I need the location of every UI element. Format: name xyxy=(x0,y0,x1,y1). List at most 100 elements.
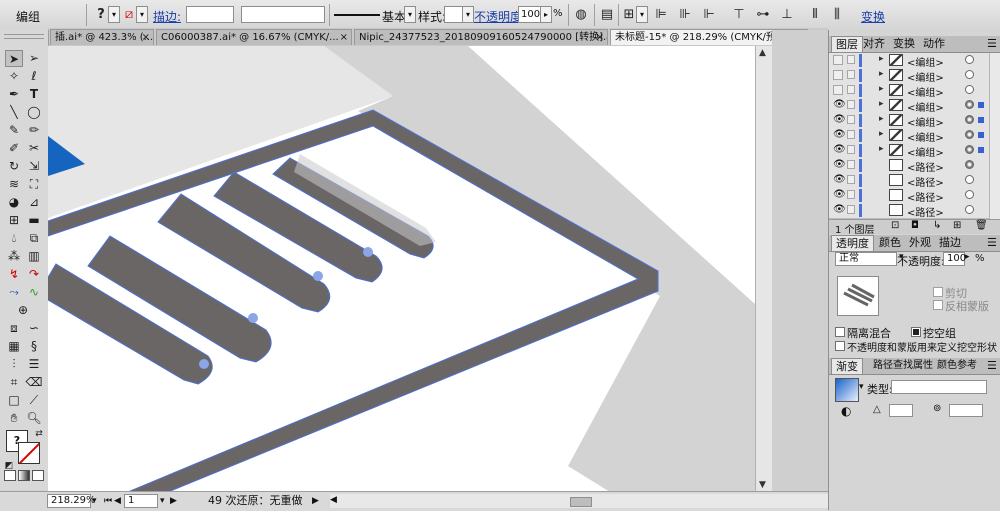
distribute-center-icon[interactable]: ⫼ xyxy=(828,6,846,23)
layer-row[interactable]: 👁︎ ▸ <编组> xyxy=(829,128,989,144)
layer-row[interactable]: 👁︎ ▸ <编组> xyxy=(829,98,989,114)
symbol-sprayer-icon[interactable]: ⁂ xyxy=(5,248,23,265)
next-page-icon[interactable]: ▶ xyxy=(170,494,177,508)
expand-arrow-icon[interactable]: ▸ xyxy=(879,69,884,79)
transform-link[interactable]: 变换 xyxy=(861,8,885,25)
zoom-field[interactable]: 218.29% xyxy=(47,494,96,508)
isolate-blending-checkbox[interactable] xyxy=(835,327,845,337)
lock-toggle[interactable] xyxy=(847,70,855,79)
blend-mode-select[interactable]: 正常 xyxy=(835,252,897,266)
tab-stroke[interactable]: 描边 xyxy=(935,235,965,251)
target-circle-icon[interactable] xyxy=(965,130,974,139)
artboard-tool-icon[interactable]: ⧈ xyxy=(5,320,23,337)
magic-wand-icon[interactable]: ✧ xyxy=(5,68,23,85)
distribute-icon[interactable]: ⫴ xyxy=(806,6,824,23)
gradient-mode-button[interactable] xyxy=(18,470,30,481)
direct-selection-tool-icon[interactable]: ➢ xyxy=(25,50,43,67)
color-mode-button[interactable] xyxy=(4,470,16,481)
target-circle-icon[interactable] xyxy=(965,160,974,169)
stroke-weight-field[interactable] xyxy=(186,6,234,23)
target-circle-icon[interactable] xyxy=(965,70,974,79)
stroke-style-dropdown[interactable]: ▾ xyxy=(404,6,416,23)
target-circle-icon[interactable] xyxy=(965,190,974,199)
vertical-scrollbar[interactable]: ▲ ▼ xyxy=(755,46,773,492)
puppet-warp-icon[interactable]: § xyxy=(25,338,43,355)
knockout-group-checkbox[interactable] xyxy=(911,327,921,337)
reshape-tool-icon[interactable]: ∿ xyxy=(25,284,43,301)
envelope-icon[interactable]: ∽ xyxy=(25,320,43,337)
visibility-eye-icon[interactable] xyxy=(833,70,843,80)
prev-page-icon[interactable]: ◀ xyxy=(114,494,121,508)
layer-row[interactable]: ▸ <编组> xyxy=(829,83,989,99)
close-icon[interactable]: × xyxy=(142,30,150,45)
target-circle-icon[interactable] xyxy=(965,85,974,94)
reference-point-dropdown[interactable]: ▾ xyxy=(636,6,648,23)
tab-transform[interactable]: 变换 xyxy=(889,36,919,52)
curvature-tool-icon[interactable]: ↷ xyxy=(25,266,43,283)
page-field[interactable]: 1 xyxy=(124,494,158,508)
warp-tool-icon[interactable]: ≋ xyxy=(5,176,23,193)
lock-toggle[interactable] xyxy=(847,115,855,124)
tab-transparency[interactable]: 透明度 xyxy=(831,235,874,251)
selection-indicator[interactable] xyxy=(978,147,984,153)
graph-tool-icon[interactable]: ▥ xyxy=(25,248,43,265)
lock-toggle[interactable] xyxy=(847,175,855,184)
target-circle-icon[interactable] xyxy=(965,205,974,214)
panel-menu-icon[interactable]: ☰ xyxy=(983,358,1000,374)
gradient-type-select[interactable] xyxy=(891,380,987,394)
stroke-link[interactable]: 描边: xyxy=(153,8,181,25)
selection-indicator[interactable] xyxy=(978,132,984,138)
align-horizontal-center-icon[interactable]: ⊪ xyxy=(676,6,694,23)
new-layer-icon[interactable]: ⊞ xyxy=(953,220,961,231)
scale-tool-icon[interactable]: ⇲ xyxy=(25,158,43,175)
opacity-dropdown[interactable]: ▸ xyxy=(540,6,552,23)
tab-color-guide[interactable]: 颜色参考 xyxy=(933,358,981,374)
artboard-canvas[interactable] xyxy=(48,46,755,492)
line-tool-icon[interactable]: ╲ xyxy=(5,104,23,121)
layer-row[interactable]: 👁︎ ▸ <编组> xyxy=(829,143,989,159)
list-tool-icon[interactable]: ☰ xyxy=(25,356,43,373)
lock-toggle[interactable] xyxy=(847,145,855,154)
target-tool-icon[interactable]: ⊕ xyxy=(14,302,32,319)
type-tool-icon[interactable]: T xyxy=(25,86,43,103)
swap-colors-icon[interactable]: ⇄ xyxy=(30,426,48,443)
clipping-mask-icon[interactable]: ◘ xyxy=(911,220,919,231)
stroke-color-dropdown[interactable]: ▾ xyxy=(136,6,148,23)
horizontal-scroll-thumb[interactable] xyxy=(570,497,592,507)
variable-width-field[interactable] xyxy=(241,6,325,23)
selection-indicator[interactable] xyxy=(978,102,984,108)
visibility-eye-icon[interactable]: 👁︎ xyxy=(833,190,846,200)
ellipse-tool-icon[interactable]: ◯ xyxy=(25,104,43,121)
shape-builder-icon[interactable]: ◕ xyxy=(5,194,23,211)
tab-document-3[interactable]: Nipic_24377523_20180909160524790000 [转换]… xyxy=(354,29,608,45)
lock-toggle[interactable] xyxy=(847,160,855,169)
tab-actions[interactable]: 动作 xyxy=(919,36,949,52)
stroke-swatch[interactable] xyxy=(18,442,40,464)
new-sublayer-icon[interactable]: ↳ xyxy=(933,220,941,231)
visibility-eye-icon[interactable]: 👁︎ xyxy=(833,100,846,110)
eyedropper-icon[interactable]: 💧︎ xyxy=(5,230,23,247)
visibility-eye-icon[interactable] xyxy=(833,55,843,65)
close-icon[interactable]: × xyxy=(596,30,604,45)
lock-toggle[interactable] xyxy=(847,190,855,199)
visibility-eye-icon[interactable]: 👁︎ xyxy=(833,145,846,155)
layer-row[interactable]: 👁︎ <路径> xyxy=(829,158,989,174)
mesh-tool-icon[interactable]: ⊞ xyxy=(5,212,23,229)
scroll-down-icon[interactable]: ▼ xyxy=(759,480,766,490)
hand-tool-icon[interactable]: ✋︎ xyxy=(5,410,23,427)
rotate-tool-icon[interactable]: ↻ xyxy=(5,158,23,175)
selection-tool-icon[interactable]: ➤ xyxy=(5,50,23,67)
shaper-tool-icon[interactable]: ↯ xyxy=(5,266,23,283)
free-transform-icon[interactable]: ⛶ xyxy=(25,176,43,193)
paintbrush-icon[interactable]: ✎ xyxy=(5,122,23,139)
opacity-dropdown-icon[interactable]: ▸ xyxy=(965,252,970,262)
visibility-eye-icon[interactable]: 👁︎ xyxy=(833,160,846,170)
selection-indicator[interactable] xyxy=(978,117,984,123)
visibility-eye-icon[interactable]: 👁︎ xyxy=(833,175,846,185)
visibility-eye-icon[interactable]: 👁︎ xyxy=(833,205,846,215)
blob-brush-icon[interactable]: ✐ xyxy=(5,140,23,157)
aspect-ratio-field[interactable] xyxy=(949,404,983,417)
zoom-dropdown-icon[interactable]: ▾ xyxy=(92,494,97,508)
expand-arrow-icon[interactable]: ▸ xyxy=(879,114,884,124)
target-circle-icon[interactable] xyxy=(965,145,974,154)
